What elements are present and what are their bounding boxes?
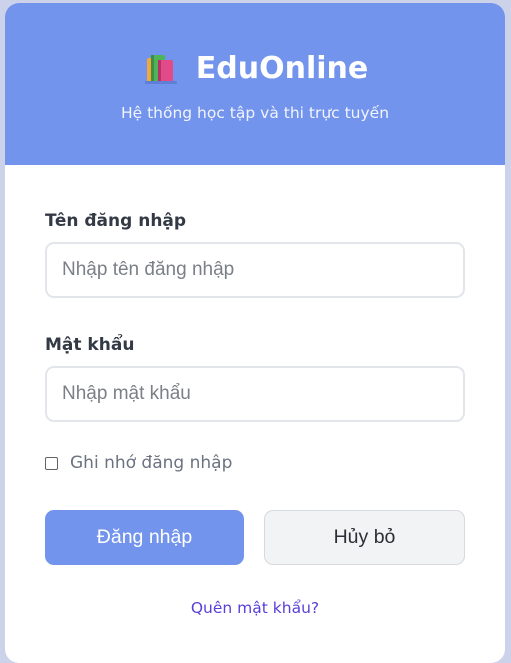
password-label: Mật khẩu bbox=[45, 335, 135, 355]
password-input[interactable] bbox=[45, 366, 465, 422]
login-card: EduOnline Hệ thống học tập và thi trực t… bbox=[5, 3, 505, 663]
login-button[interactable]: Đăng nhập bbox=[45, 510, 244, 565]
login-header: EduOnline Hệ thống học tập và thi trực t… bbox=[5, 3, 505, 165]
remember-row[interactable]: Ghi nhớ đăng nhập bbox=[45, 453, 232, 473]
brand-name: EduOnline bbox=[195, 50, 369, 86]
username-input[interactable] bbox=[45, 242, 465, 298]
forgot-password-link[interactable]: Quên mật khẩu? bbox=[5, 599, 505, 617]
remember-label[interactable]: Ghi nhớ đăng nhập bbox=[70, 453, 232, 473]
username-label: Tên đăng nhập bbox=[45, 211, 187, 231]
books-icon bbox=[142, 50, 184, 86]
brand: EduOnline bbox=[5, 3, 505, 86]
remember-checkbox[interactable] bbox=[45, 456, 58, 470]
tagline: Hệ thống học tập và thi trực tuyến bbox=[120, 104, 390, 122]
cancel-button[interactable]: Hủy bỏ bbox=[264, 510, 465, 565]
